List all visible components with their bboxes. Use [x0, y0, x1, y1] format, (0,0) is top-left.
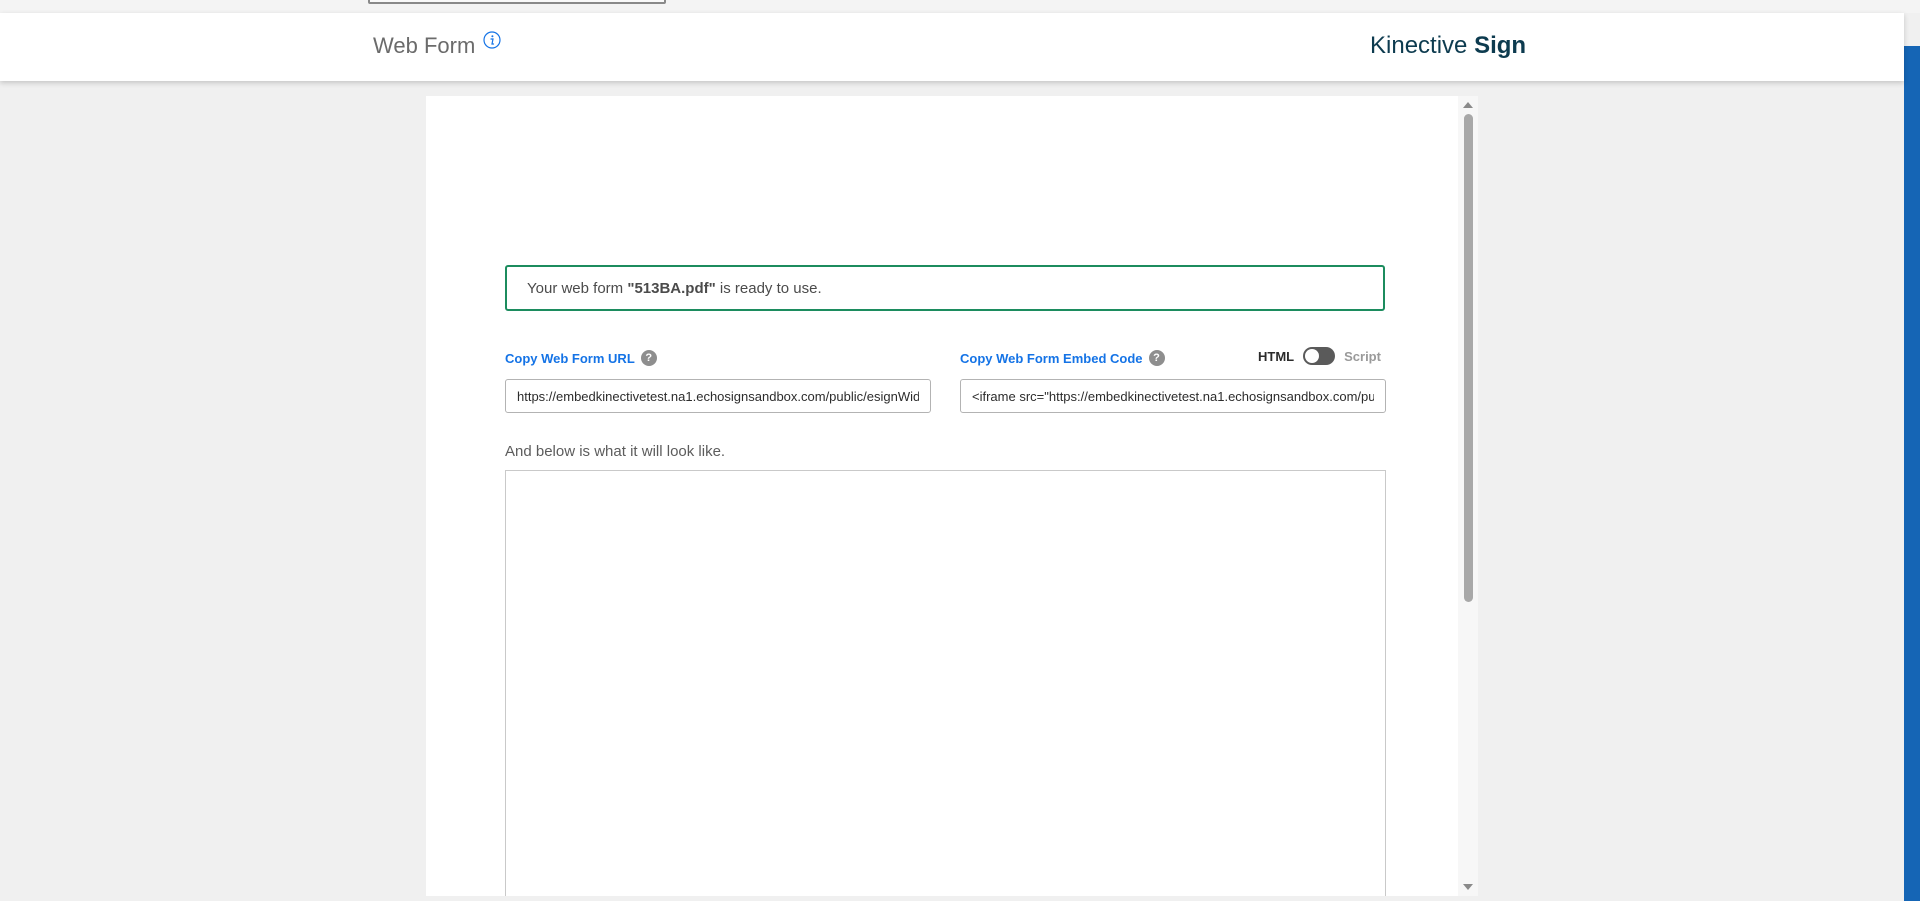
preview-frame [505, 470, 1386, 896]
toggle-html-label[interactable]: HTML [1258, 349, 1294, 364]
browser-top-strip [0, 0, 1920, 13]
scroll-down-arrow-icon[interactable] [1463, 884, 1473, 890]
banner-filename: "513BA.pdf" [627, 279, 716, 297]
web-form-panel: Your web form "513BA.pdf" is ready to us… [426, 96, 1478, 896]
brand-logo: Kinective Sign [1370, 32, 1526, 60]
scroll-up-arrow-icon[interactable] [1463, 102, 1473, 108]
toggle-script-label[interactable]: Script [1344, 349, 1381, 364]
brand-light-text: Kinective [1370, 32, 1468, 59]
success-banner: Your web form "513BA.pdf" is ready to us… [505, 265, 1385, 311]
toggle-knob [1305, 349, 1320, 363]
embed-label: Copy Web Form Embed Code [960, 350, 1143, 366]
web-form-url-field[interactable] [505, 379, 931, 413]
embed-code-field[interactable] [960, 379, 1386, 413]
banner-suffix: is ready to use. [715, 279, 822, 297]
question-icon[interactable]: ? [640, 350, 657, 366]
app-header: Web Form Kinective Sign [0, 13, 1904, 81]
brand-bold-text: Sign [1474, 32, 1527, 59]
url-label: Copy Web Form URL [505, 350, 635, 366]
embed-format-toggle-group: HTML Script [1258, 347, 1381, 365]
embed-format-toggle[interactable] [1303, 347, 1336, 365]
page-title: Web Form [373, 33, 476, 58]
info-icon[interactable] [483, 31, 501, 49]
banner-prefix: Your web form [527, 279, 628, 297]
scroll-thumb[interactable] [1464, 114, 1473, 602]
panel-scrollbar[interactable] [1458, 96, 1478, 896]
preview-caption: And below is what it will look like. [505, 443, 726, 460]
top-tab-outline [368, 0, 666, 4]
right-accent-bar [1904, 46, 1920, 901]
embed-label-group: Copy Web Form Embed Code ? [960, 350, 1165, 366]
url-label-group: Copy Web Form URL ? [505, 350, 657, 366]
question-icon[interactable]: ? [1148, 350, 1165, 366]
